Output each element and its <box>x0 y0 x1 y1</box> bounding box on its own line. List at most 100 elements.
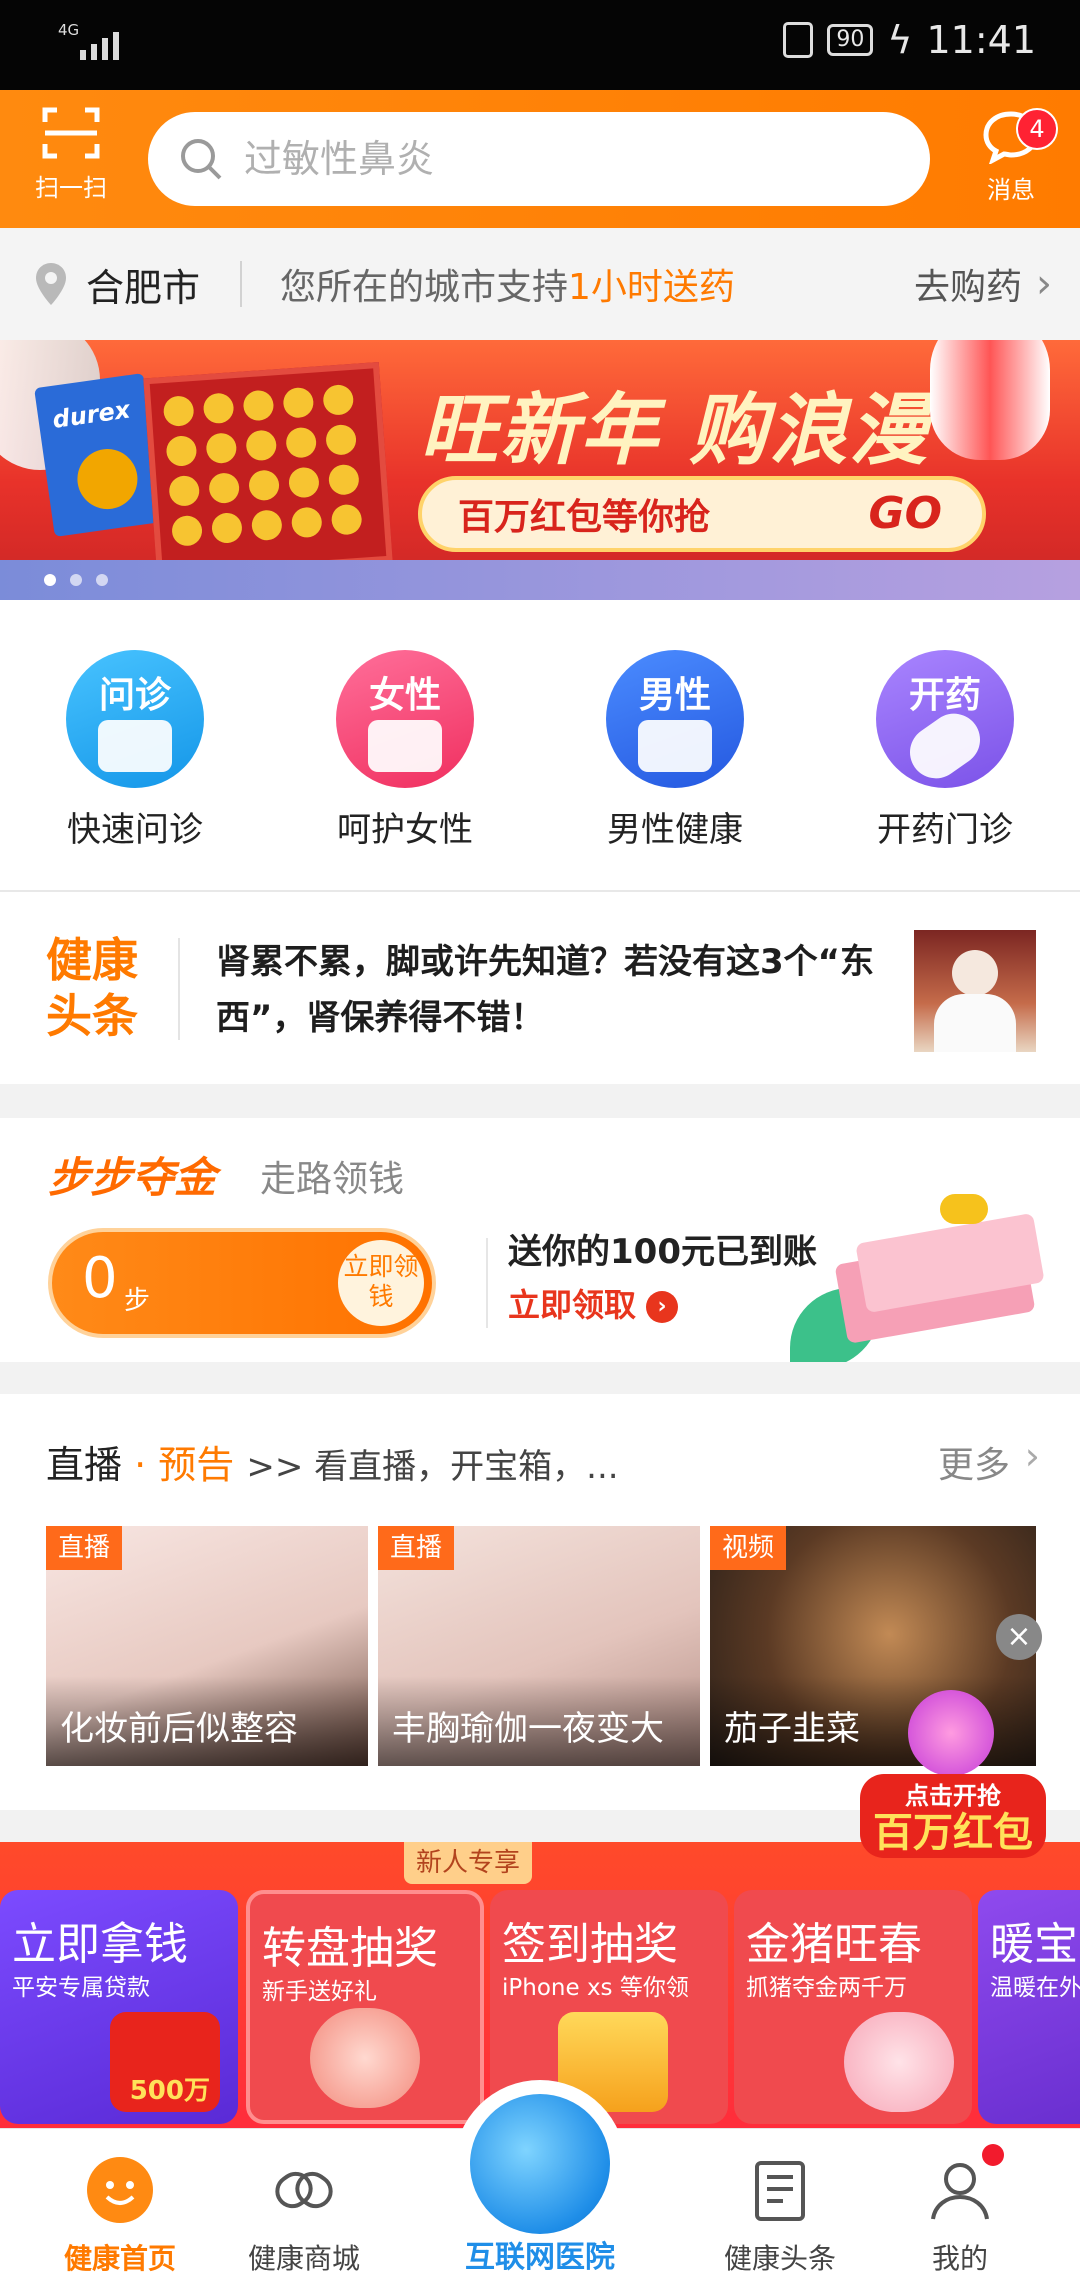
step-reward-section: 步步夺金 走路领钱 0 步 立即领钱 送你的100元已到账 立即领取 › <box>0 1118 1080 1362</box>
promo-title: 金猪旺春 <box>746 1919 922 1970</box>
steps-subtitle: 走路领钱 <box>260 1159 405 1200</box>
delivery-highlight: 1小时送药 <box>568 267 735 308</box>
chevron-right-icon: › <box>1024 1434 1040 1478</box>
carousel-dot <box>96 574 108 586</box>
live-card[interactable]: 直播 丰胸瑜伽一夜变大 <box>378 1526 700 1766</box>
nav-profile[interactable]: 我的 <box>870 2129 1050 2280</box>
new-user-tag: 新人专享 <box>404 1842 532 1884</box>
nav-label: 互联网医院 <box>465 2240 615 2275</box>
globe-stethoscope-icon <box>470 2094 610 2234</box>
claim-money-button[interactable]: 立即领钱 <box>338 1240 424 1326</box>
battery-level: 90 <box>827 24 874 56</box>
network-type: 4G <box>58 21 80 39</box>
banner-cta[interactable]: 百万红包等你抢 GO <box>418 476 986 552</box>
category-women-care[interactable]: 女性 呵护女性 <box>270 600 540 890</box>
live-title: 直播 <box>46 1443 123 1487</box>
nav-label: 健康商城 <box>247 2242 360 2275</box>
steps-title: 步步夺金 <box>48 1153 217 1202</box>
nav-headlines[interactable]: 健康头条 <box>690 2129 870 2280</box>
more-link[interactable]: 更多 <box>938 1436 1010 1488</box>
carousel-indicator <box>44 574 108 586</box>
golden-pig-illustration <box>844 2012 954 2112</box>
nav-home[interactable]: 健康首页 <box>30 2129 210 2280</box>
category-label: 开药门诊 <box>877 810 1013 850</box>
divider <box>178 938 180 1040</box>
claim-now-link[interactable]: 立即领取 › <box>508 1280 679 1326</box>
lucky-wheel-illustration <box>310 2008 420 2108</box>
user-icon <box>931 2163 989 2220</box>
message-button[interactable]: 消息 4 <box>966 108 1058 205</box>
money-bag-illustration: 500万 <box>110 2012 220 2112</box>
red-packet-label: 点击开抢 百万红包 <box>860 1774 1046 1858</box>
category-quick-consult[interactable]: 问诊 快速问诊 <box>0 600 270 890</box>
carousel-dot <box>70 574 82 586</box>
promo-title: 转盘抽奖 <box>262 1923 438 1974</box>
live-preview-label: · 预告 <box>134 1443 235 1487</box>
search-input[interactable] <box>244 137 844 181</box>
live-tag: 直播 <box>378 1526 455 1570</box>
nav-label: 健康首页 <box>63 2242 176 2275</box>
nav-label: 我的 <box>931 2242 988 2275</box>
smiley-home-icon <box>87 2157 153 2223</box>
signal-icon <box>80 24 119 60</box>
section-gap <box>0 1362 1080 1394</box>
location-pin-icon <box>36 263 66 305</box>
search-bar[interactable] <box>148 112 930 206</box>
carousel-dot <box>44 574 56 586</box>
video-tag: 视频 <box>710 1526 787 1570</box>
live-header[interactable]: 直播 · 预告 >> 看直播，开宝箱，... <box>46 1434 619 1489</box>
promo-title: 立即拿钱 <box>12 1919 188 1970</box>
location-bar[interactable]: 合肥市 您所在的城市支持1小时送药 去购药 › <box>0 228 1080 340</box>
live-card[interactable]: 直播 化妆前后似整容 <box>46 1526 368 1766</box>
message-label: 消息 <box>987 176 1035 204</box>
promo-title: 签到抽奖 <box>502 1919 678 1970</box>
promo-card[interactable]: 暖宝 温暖在外 <box>978 1890 1080 2124</box>
city-name[interactable]: 合肥市 <box>86 257 200 312</box>
section-gap <box>0 1084 1080 1118</box>
category-label: 男性健康 <box>607 810 743 850</box>
nav-internet-hospital[interactable]: 互联网医院 <box>454 2080 626 2275</box>
live-promo-text: >> 看直播，开宝箱，... <box>246 1447 619 1487</box>
headline-title[interactable]: 肾累不累，脚或许先知道？若没有这3个“东西”，肾保养得不错！ <box>216 934 876 1046</box>
category-men-health[interactable]: 男性 男性健康 <box>540 600 810 890</box>
step-unit: 步 <box>124 1286 151 1316</box>
promo-subtitle: 抓猪夺金两千万 <box>746 1975 907 2001</box>
promo-card[interactable]: 转盘抽奖 新手送好礼 <box>246 1890 484 2124</box>
vibrate-icon <box>783 22 814 58</box>
close-icon[interactable]: × <box>996 1614 1042 1660</box>
red-packet-float[interactable]: 点击开抢 百万红包 <box>860 1690 1046 1860</box>
health-headline-section[interactable]: 健康头条 肾累不累，脚或许先知道？若没有这3个“东西”，肾保养得不错！ <box>0 892 1080 1084</box>
promo-card[interactable]: 立即拿钱 平安专属贷款 500万 <box>0 1890 238 2124</box>
nav-mall[interactable]: 健康商城 <box>214 2129 394 2280</box>
chevron-right-icon: › <box>1036 261 1052 307</box>
clock: 11:41 <box>926 18 1036 62</box>
arrow-right-icon: › <box>646 1291 679 1323</box>
step-count: 0 <box>82 1246 118 1311</box>
go-buy-link[interactable]: 去购药 <box>914 258 1022 310</box>
reward-message: 送你的100元已到账 <box>508 1232 817 1272</box>
service-categories: 问诊 快速问诊 女性 呵护女性 男性 男性健康 开药 开药门诊 <box>0 600 1080 890</box>
headline-thumbnail <box>914 930 1036 1052</box>
step-counter[interactable]: 0 步 立即领钱 <box>48 1228 436 1338</box>
banner-headline: 旺新年 购浪漫 <box>420 386 930 476</box>
medical-kit-icon: 问诊 <box>66 650 204 788</box>
category-label: 呵护女性 <box>337 810 473 850</box>
top-header: 扫一扫 消息 4 <box>0 90 1080 228</box>
pill-icon: 开药 <box>876 650 1014 788</box>
promo-subtitle: 温暖在外 <box>990 1975 1080 2001</box>
promo-card[interactable]: 金猪旺春 抓猪夺金两千万 <box>734 1890 972 2124</box>
promo-banner[interactable]: durex 旺新年 购浪漫 百万红包等你抢 GO <box>0 340 1080 600</box>
live-caption: 丰胸瑜伽一夜变大 <box>378 1676 700 1766</box>
muscle-icon: 男性 <box>606 650 744 788</box>
scan-button[interactable]: 扫一扫 <box>26 104 116 203</box>
status-bar: 4G 90 ϟ 11:41 <box>0 0 1080 90</box>
category-prescription[interactable]: 开药 开药门诊 <box>810 600 1080 890</box>
notification-dot <box>982 2144 1004 2166</box>
message-badge: 4 <box>1016 108 1058 150</box>
promo-subtitle: iPhone xs 等你领 <box>502 1975 689 2001</box>
scan-label: 扫一扫 <box>35 174 107 202</box>
app-screen: 4G 90 ϟ 11:41 扫一扫 过敏性鼻炎 消息 4 合肥市 您所在的城市支… <box>0 0 1080 2280</box>
hot-air-balloon-decoration <box>930 340 1050 460</box>
divider <box>486 1238 488 1328</box>
promo-title: 暖宝 <box>990 1919 1078 1970</box>
